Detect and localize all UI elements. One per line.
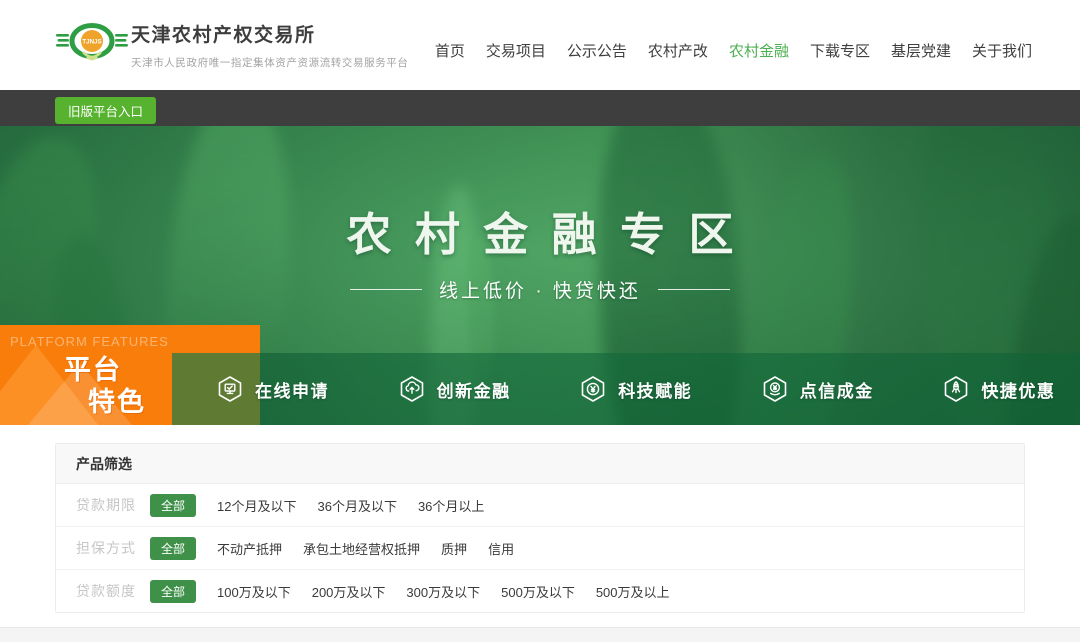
- feature-item-label: 点信成金: [800, 377, 874, 402]
- page: TJNJS 天津农村产权交易所 天津市人民政府唯一指定集体资产资源流转交易服务平…: [0, 0, 1080, 642]
- filter-option[interactable]: 12个月及以下: [217, 496, 296, 515]
- site-header: TJNJS 天津农村产权交易所 天津市人民政府唯一指定集体资产资源流转交易服务平…: [0, 0, 1080, 90]
- nav-item[interactable]: 农村产改: [648, 40, 708, 61]
- filter-option[interactable]: 承包土地经营权抵押: [303, 539, 420, 558]
- filter-row: 贷款额度全部 100万及以下 200万及以下 300万及以下 500万及以下 500万及以…: [56, 570, 1024, 612]
- filter-option[interactable]: 300万及以下: [406, 582, 480, 601]
- site-title: 天津农村产权交易所: [131, 20, 409, 47]
- nav-item[interactable]: 下载专区: [810, 40, 870, 61]
- nav-item[interactable]: 农村金融: [729, 40, 789, 61]
- features-menu-bar: 在线申请 创新金融 科技赋能 点信成金 快捷优惠: [172, 353, 1080, 425]
- feature-item[interactable]: 在线申请: [172, 353, 354, 425]
- logo-text: TJNJS: [82, 39, 101, 46]
- hero-subtitle-row: 线上低价 · 快贷快还: [0, 276, 1080, 303]
- filter-all-button[interactable]: 全部: [150, 537, 196, 560]
- filter-option[interactable]: 200万及以下: [312, 582, 386, 601]
- feature-item[interactable]: 点信成金: [717, 353, 899, 425]
- platform-features-title-2: 特色: [88, 380, 146, 419]
- yen-circle-icon: [581, 376, 605, 402]
- cloud-upload-icon: [400, 376, 424, 402]
- filter-option[interactable]: 信用: [488, 539, 514, 558]
- filter-row: 贷款期限全部 12个月及以下 36个月及以下 36个月以上: [56, 484, 1024, 527]
- logo-graphic: TJNJS: [56, 13, 128, 75]
- sub-toolbar: 旧版平台入口: [0, 90, 1080, 126]
- filter-row-label: 贷款额度: [76, 581, 142, 601]
- hero-subtitle: 线上低价 · 快贷快还: [439, 276, 641, 303]
- rocket-icon: [944, 376, 968, 402]
- feature-item[interactable]: 快捷优惠: [898, 353, 1080, 425]
- filter-row-label: 担保方式: [76, 538, 142, 558]
- feature-item[interactable]: 科技赋能: [535, 353, 717, 425]
- subtitle-left-line: [350, 289, 422, 290]
- filter-option[interactable]: 36个月及以下: [317, 496, 396, 515]
- filter-option[interactable]: 100万及以下: [217, 582, 291, 601]
- platform-features-eyebrow: PLATFORM FEATURES: [10, 334, 169, 349]
- hero-title: 农村金融专区: [0, 198, 1080, 263]
- filter-all-button[interactable]: 全部: [150, 494, 196, 517]
- logo[interactable]: TJNJS: [56, 13, 128, 80]
- filter-rows: 贷款期限全部12个月及以下36个月及以下36个月以上担保方式全部不动产抵押承包土…: [56, 484, 1024, 612]
- feature-item-label: 创新金融: [437, 377, 511, 402]
- footer-strip: [0, 627, 1080, 642]
- monitor-check-icon: [218, 376, 242, 402]
- coin-hand-icon: [763, 376, 787, 402]
- site-subtitle: 天津市人民政府唯一指定集体资产资源流转交易服务平台: [131, 55, 409, 70]
- filter-option[interactable]: 不动产抵押: [217, 539, 282, 558]
- nav-item[interactable]: 基层党建: [891, 40, 951, 61]
- feature-item[interactable]: 创新金融: [354, 353, 536, 425]
- nav-item[interactable]: 交易项目: [486, 40, 546, 61]
- old-platform-button[interactable]: 旧版平台入口: [55, 97, 156, 124]
- features-menu-items: 在线申请 创新金融 科技赋能 点信成金 快捷优惠: [172, 353, 1080, 425]
- filter-card-title: 产品筛选: [56, 444, 1024, 484]
- main-nav: 首页交易项目公示公告农村产改农村金融下载专区基层党建关于我们: [435, 40, 1032, 61]
- nav-item[interactable]: 关于我们: [972, 40, 1032, 61]
- nav-item[interactable]: 公示公告: [567, 40, 627, 61]
- filter-option[interactable]: 36个月以上: [418, 496, 484, 515]
- filter-all-button[interactable]: 全部: [150, 580, 196, 603]
- feature-item-label: 快捷优惠: [981, 377, 1055, 402]
- platform-features-tab: PLATFORM FEATURES 平台 特色: [0, 325, 172, 425]
- filter-option[interactable]: 500万及以上: [596, 582, 670, 601]
- nav-item[interactable]: 首页: [435, 40, 465, 61]
- product-filter-card: 产品筛选 贷款期限全部12个月及以下36个月及以下36个月以上担保方式全部不动产…: [55, 443, 1025, 613]
- filter-row-label: 贷款期限: [76, 495, 142, 515]
- filter-option[interactable]: 质押: [441, 539, 467, 558]
- brand-block: 天津农村产权交易所 天津市人民政府唯一指定集体资产资源流转交易服务平台: [131, 20, 409, 70]
- feature-item-label: 科技赋能: [618, 377, 692, 402]
- filter-row: 担保方式全部 不动产抵押 承包土地经营权抵押 质押 信用: [56, 527, 1024, 570]
- feature-item-label: 在线申请: [255, 377, 329, 402]
- filter-option[interactable]: 500万及以下: [501, 582, 575, 601]
- subtitle-right-line: [658, 289, 730, 290]
